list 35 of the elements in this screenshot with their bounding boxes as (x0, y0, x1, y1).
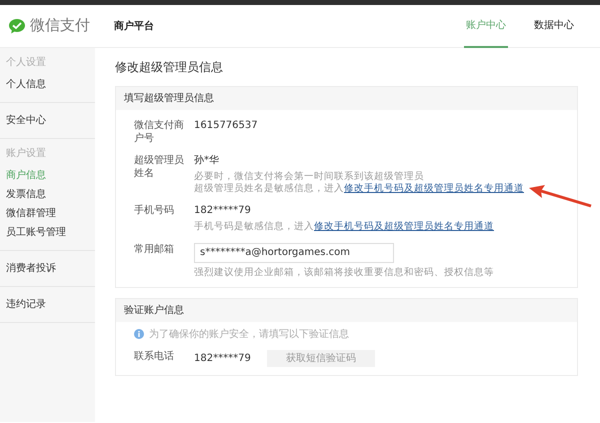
hint-text: 手机号码是敏感信息，进入修改手机号码及超级管理员姓名专用通道 (194, 221, 494, 234)
chat-bubble-check-icon (8, 18, 26, 34)
sidebar-heading: 个人设置 (6, 56, 47, 69)
notice-text: 为了确保你的账户安全，请填写以下验证信息 (149, 328, 349, 341)
page-title: 修改超级管理员信息 (115, 60, 224, 76)
email-field[interactable]: s********a@hortorgames.com (194, 242, 394, 263)
field-label: 微信支付商户号 (134, 118, 184, 145)
field-label: 手机号码 (134, 204, 175, 218)
panel-header: 填写超级管理员信息 (116, 86, 577, 110)
link[interactable]: 修改手机号码及超级管理员姓名专用通道 (344, 182, 524, 194)
annotation-arrow (529, 185, 592, 208)
field-value: 182*****79 (194, 205, 251, 216)
info-icon (134, 329, 144, 340)
sidebar-item[interactable]: 发票信息 (6, 185, 95, 204)
field-label: 常用邮箱 (134, 242, 175, 257)
sidebar-item[interactable]: 消费者投诉 (6, 259, 95, 278)
field-label: 超级管理员姓名 (134, 154, 184, 181)
logo-text: 微信支付 (30, 16, 90, 36)
panel-header: 验证账户信息 (116, 298, 577, 322)
sidebar-item[interactable]: 个人信息 (6, 75, 95, 94)
sidebar-item[interactable]: 员工账号管理 (6, 223, 95, 242)
sidebar-item[interactable]: 安全中心 (6, 111, 95, 130)
sidebar-heading: 账户设置 (6, 147, 47, 160)
nav-tab[interactable]: 数据中心 (532, 4, 576, 48)
hint-text: 超级管理员姓名是敏感信息，进入修改手机号码及超级管理员姓名专用通道 (194, 182, 524, 196)
field-value: 182*****79 (194, 352, 251, 365)
sidebar-item[interactable]: 违约记录 (6, 295, 95, 314)
field-value: 孙*华 (194, 154, 219, 166)
field-value: 1615776537 (194, 120, 258, 131)
sidebar-item[interactable]: 微信群管理 (6, 204, 95, 223)
field-label: 联系电话 (134, 350, 175, 364)
hint-text: 强烈建议使用企业邮箱，该邮箱将接收重要信息和密码、授权信息等 (194, 266, 494, 279)
hint-text: 必要时，微信支付将会第一时间联系到该超级管理员 (194, 170, 425, 183)
platform-title: 商户平台 (114, 20, 154, 32)
link[interactable]: 修改手机号码及超级管理员姓名专用通道 (314, 221, 494, 232)
